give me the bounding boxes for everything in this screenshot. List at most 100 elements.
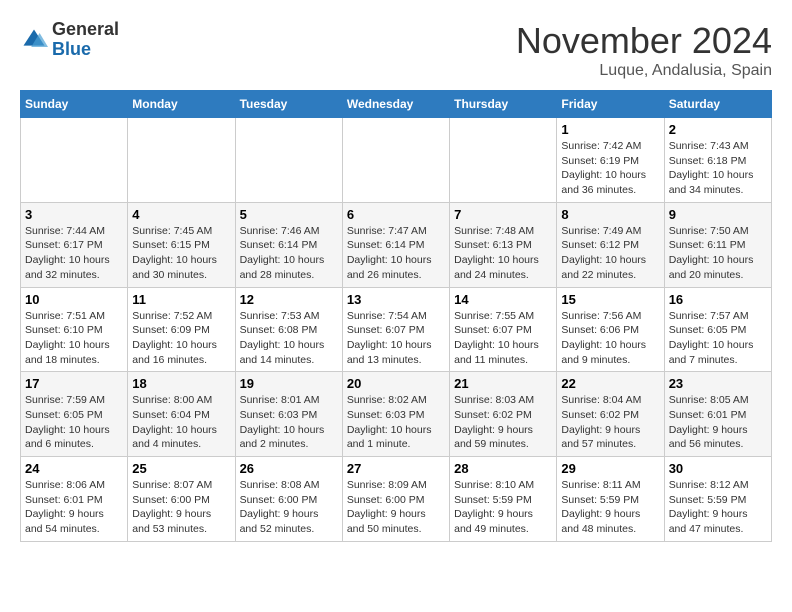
logo: General Blue [20, 20, 119, 60]
day-info: Sunrise: 8:07 AM Sunset: 6:00 PM Dayligh… [132, 478, 230, 537]
logo-blue-text: Blue [52, 39, 91, 59]
calendar-cell: 30 Sunrise: 8:12 AM Sunset: 5:59 PM Dayli… [664, 457, 771, 542]
calendar-cell: 23 Sunrise: 8:05 AM Sunset: 6:01 PM Dayli… [664, 372, 771, 457]
calendar-cell: 20 Sunrise: 8:02 AM Sunset: 6:03 PM Dayli… [342, 372, 449, 457]
day-number: 15 [561, 292, 659, 307]
calendar-week-row: 17 Sunrise: 7:59 AM Sunset: 6:05 PM Dayli… [21, 372, 772, 457]
day-number: 10 [25, 292, 123, 307]
day-info: Sunrise: 7:50 AM Sunset: 6:11 PM Dayligh… [669, 224, 767, 283]
day-number: 14 [454, 292, 552, 307]
day-info: Sunrise: 7:43 AM Sunset: 6:18 PM Dayligh… [669, 139, 767, 198]
weekday-header-row: SundayMondayTuesdayWednesdayThursdayFrid… [21, 91, 772, 118]
day-info: Sunrise: 7:51 AM Sunset: 6:10 PM Dayligh… [25, 309, 123, 368]
day-number: 25 [132, 461, 230, 476]
calendar-cell: 17 Sunrise: 7:59 AM Sunset: 6:05 PM Dayli… [21, 372, 128, 457]
weekday-header: Wednesday [342, 91, 449, 118]
calendar-cell: 12Sunrise: 7:53 AM Sunset: 6:08 PM Dayli… [235, 287, 342, 372]
day-number: 8 [561, 207, 659, 222]
day-number: 29 [561, 461, 659, 476]
day-info: Sunrise: 8:03 AM Sunset: 6:02 PM Dayligh… [454, 393, 552, 452]
day-number: 16 [669, 292, 767, 307]
month-title: November 2024 [516, 20, 772, 62]
calendar-cell: 4 Sunrise: 7:45 AM Sunset: 6:15 PM Daylig… [128, 202, 235, 287]
weekday-header: Monday [128, 91, 235, 118]
calendar-cell: 13 Sunrise: 7:54 AM Sunset: 6:07 PM Dayli… [342, 287, 449, 372]
day-number: 12 [240, 292, 338, 307]
calendar-cell: 6 Sunrise: 7:47 AM Sunset: 6:14 PM Daylig… [342, 202, 449, 287]
day-number: 19 [240, 376, 338, 391]
calendar-cell: 22 Sunrise: 8:04 AM Sunset: 6:02 PM Dayli… [557, 372, 664, 457]
calendar-cell [450, 118, 557, 203]
day-info: Sunrise: 8:11 AM Sunset: 5:59 PM Dayligh… [561, 478, 659, 537]
logo-icon [20, 26, 48, 54]
day-number: 27 [347, 461, 445, 476]
day-info: Sunrise: 8:05 AM Sunset: 6:01 PM Dayligh… [669, 393, 767, 452]
day-info: Sunrise: 7:49 AM Sunset: 6:12 PM Dayligh… [561, 224, 659, 283]
calendar-cell: 7Sunrise: 7:48 AM Sunset: 6:13 PM Daylig… [450, 202, 557, 287]
day-info: Sunrise: 7:45 AM Sunset: 6:15 PM Dayligh… [132, 224, 230, 283]
day-info: Sunrise: 8:04 AM Sunset: 6:02 PM Dayligh… [561, 393, 659, 452]
calendar-table: SundayMondayTuesdayWednesdayThursdayFrid… [20, 90, 772, 542]
day-info: Sunrise: 7:55 AM Sunset: 6:07 PM Dayligh… [454, 309, 552, 368]
day-number: 26 [240, 461, 338, 476]
day-info: Sunrise: 7:52 AM Sunset: 6:09 PM Dayligh… [132, 309, 230, 368]
day-number: 6 [347, 207, 445, 222]
day-number: 9 [669, 207, 767, 222]
day-number: 11 [132, 292, 230, 307]
day-info: Sunrise: 7:57 AM Sunset: 6:05 PM Dayligh… [669, 309, 767, 368]
calendar-cell: 9 Sunrise: 7:50 AM Sunset: 6:11 PM Daylig… [664, 202, 771, 287]
calendar-cell: 26 Sunrise: 8:08 AM Sunset: 6:00 PM Dayli… [235, 457, 342, 542]
day-info: Sunrise: 8:02 AM Sunset: 6:03 PM Dayligh… [347, 393, 445, 452]
weekday-header: Sunday [21, 91, 128, 118]
day-info: Sunrise: 8:00 AM Sunset: 6:04 PM Dayligh… [132, 393, 230, 452]
calendar-cell: 14 Sunrise: 7:55 AM Sunset: 6:07 PM Dayli… [450, 287, 557, 372]
calendar-cell: 27 Sunrise: 8:09 AM Sunset: 6:00 PM Dayli… [342, 457, 449, 542]
weekday-header: Friday [557, 91, 664, 118]
day-number: 18 [132, 376, 230, 391]
calendar-cell [342, 118, 449, 203]
day-number: 2 [669, 122, 767, 137]
day-info: Sunrise: 7:54 AM Sunset: 6:07 PM Dayligh… [347, 309, 445, 368]
day-info: Sunrise: 7:56 AM Sunset: 6:06 PM Dayligh… [561, 309, 659, 368]
title-block: November 2024 Luque, Andalusia, Spain [516, 20, 772, 80]
weekday-header: Tuesday [235, 91, 342, 118]
weekday-header: Saturday [664, 91, 771, 118]
day-info: Sunrise: 8:06 AM Sunset: 6:01 PM Dayligh… [25, 478, 123, 537]
day-number: 22 [561, 376, 659, 391]
calendar-cell: 24 Sunrise: 8:06 AM Sunset: 6:01 PM Dayli… [21, 457, 128, 542]
day-number: 13 [347, 292, 445, 307]
calendar-cell: 8 Sunrise: 7:49 AM Sunset: 6:12 PM Daylig… [557, 202, 664, 287]
calendar-cell: 21 Sunrise: 8:03 AM Sunset: 6:02 PM Dayli… [450, 372, 557, 457]
day-info: Sunrise: 7:46 AM Sunset: 6:14 PM Dayligh… [240, 224, 338, 283]
calendar-cell [235, 118, 342, 203]
calendar-cell: 1 Sunrise: 7:42 AM Sunset: 6:19 PM Daylig… [557, 118, 664, 203]
calendar-cell: 19Sunrise: 8:01 AM Sunset: 6:03 PM Dayli… [235, 372, 342, 457]
location: Luque, Andalusia, Spain [516, 62, 772, 80]
day-number: 5 [240, 207, 338, 222]
day-info: Sunrise: 7:42 AM Sunset: 6:19 PM Dayligh… [561, 139, 659, 198]
calendar-cell [21, 118, 128, 203]
day-number: 1 [561, 122, 659, 137]
calendar-cell: 16 Sunrise: 7:57 AM Sunset: 6:05 PM Dayli… [664, 287, 771, 372]
calendar-cell: 29 Sunrise: 8:11 AM Sunset: 5:59 PM Dayli… [557, 457, 664, 542]
day-info: Sunrise: 7:47 AM Sunset: 6:14 PM Dayligh… [347, 224, 445, 283]
calendar-cell: 10 Sunrise: 7:51 AM Sunset: 6:10 PM Dayli… [21, 287, 128, 372]
day-number: 17 [25, 376, 123, 391]
day-number: 20 [347, 376, 445, 391]
day-number: 23 [669, 376, 767, 391]
calendar-cell [128, 118, 235, 203]
day-number: 7 [454, 207, 552, 222]
day-info: Sunrise: 8:12 AM Sunset: 5:59 PM Dayligh… [669, 478, 767, 537]
day-info: Sunrise: 8:09 AM Sunset: 6:00 PM Dayligh… [347, 478, 445, 537]
day-number: 21 [454, 376, 552, 391]
weekday-header: Thursday [450, 91, 557, 118]
calendar-week-row: 1 Sunrise: 7:42 AM Sunset: 6:19 PM Daylig… [21, 118, 772, 203]
day-number: 30 [669, 461, 767, 476]
day-info: Sunrise: 8:10 AM Sunset: 5:59 PM Dayligh… [454, 478, 552, 537]
calendar-cell: 25 Sunrise: 8:07 AM Sunset: 6:00 PM Dayli… [128, 457, 235, 542]
day-number: 24 [25, 461, 123, 476]
day-info: Sunrise: 8:08 AM Sunset: 6:00 PM Dayligh… [240, 478, 338, 537]
calendar-week-row: 24 Sunrise: 8:06 AM Sunset: 6:01 PM Dayli… [21, 457, 772, 542]
day-number: 4 [132, 207, 230, 222]
day-info: Sunrise: 7:59 AM Sunset: 6:05 PM Dayligh… [25, 393, 123, 452]
